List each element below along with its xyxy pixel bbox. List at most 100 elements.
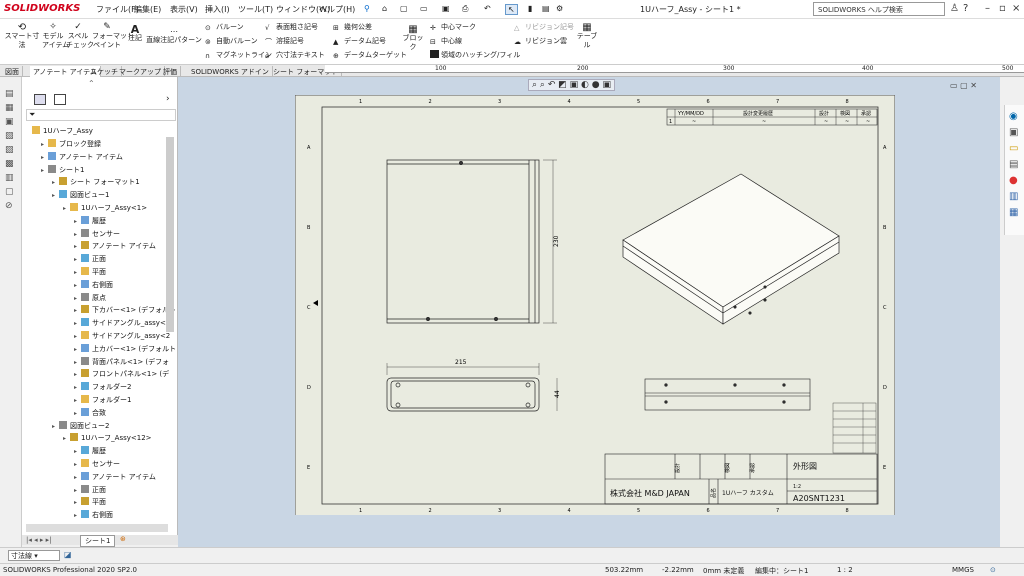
format-painter-button[interactable]: ✎ フォーマット ペイント: [92, 23, 134, 50]
expand-icon[interactable]: ▸: [74, 231, 81, 238]
tree-node[interactable]: ▸ 平面: [74, 497, 106, 507]
rebuild-icon[interactable]: ▮: [528, 4, 532, 13]
new-icon[interactable]: ▢: [400, 4, 408, 13]
user-icon[interactable]: ♙: [950, 3, 959, 14]
pin-icon[interactable]: ⚲: [364, 4, 370, 13]
expand-icon[interactable]: ▸: [74, 397, 81, 404]
close-icon[interactable]: ×: [1012, 3, 1020, 14]
geometric-tolerance-button[interactable]: ⊞ 幾何公差: [333, 22, 372, 32]
display-icon[interactable]: ▣: [603, 80, 612, 90]
tree-node[interactable]: ▸ シート フォーマット1: [52, 177, 140, 187]
expand-icon[interactable]: ▸: [74, 295, 81, 302]
tree-node[interactable]: ▸ 正面: [74, 484, 106, 495]
revision-symbol-button[interactable]: △ リビジョン記号: [514, 22, 574, 32]
table-button[interactable]: ▦ テーブル: [574, 23, 600, 50]
expand-icon[interactable]: ▸: [74, 474, 81, 481]
tree-node[interactable]: ▸ センサー: [74, 228, 120, 239]
menu-tools[interactable]: ツール(T): [238, 4, 273, 15]
expand-icon[interactable]: ▸: [74, 243, 81, 250]
file-explorer-icon[interactable]: ▭: [1009, 141, 1018, 157]
menu-file[interactable]: ファイル(F): [96, 4, 139, 15]
expand-icon[interactable]: ▸: [74, 384, 81, 391]
restore-icon[interactable]: ▫: [999, 3, 1006, 14]
expand-icon[interactable]: ▸: [74, 410, 81, 417]
expand-icon[interactable]: ▸: [74, 512, 81, 519]
tree-node[interactable]: ▸ 原点: [74, 292, 106, 303]
heads-up-toolbar[interactable]: ⌕ ⌕ ↶ ◩ ▣ ◐ ● ▣: [528, 79, 616, 91]
tree-node[interactable]: ▸ 平面: [74, 267, 106, 277]
expand-icon[interactable]: ▸: [74, 269, 81, 276]
open-icon[interactable]: ▭: [420, 4, 428, 13]
expand-icon[interactable]: ▸: [74, 371, 81, 378]
appearances-icon[interactable]: ●: [1009, 173, 1018, 189]
expand-icon[interactable]: ▸: [41, 141, 48, 148]
help-search-input[interactable]: SOLIDWORKS ヘルプ検索: [813, 2, 945, 16]
graphics-area[interactable]: ⌕ ⌕ ↶ ◩ ▣ ◐ ● ▣ ▭ ▢ ✕ 1122334455667788 A…: [178, 77, 1000, 547]
spell-check-button[interactable]: ✓ スペル チェック: [66, 23, 94, 50]
tab-addins[interactable]: SOLIDWORKS アドイン: [188, 66, 273, 77]
print-icon[interactable]: ⎙: [462, 4, 468, 14]
tree-node[interactable]: ▸ 履歴: [74, 215, 106, 226]
expand-icon[interactable]: ▸: [74, 461, 81, 468]
tree-node[interactable]: ▸ シート1: [41, 164, 84, 175]
tab-markup[interactable]: マークアップ: [116, 66, 165, 77]
design-library-icon[interactable]: ▣: [1009, 125, 1018, 141]
expand-icon[interactable]: ▸: [74, 487, 81, 494]
rebuild-status-icon[interactable]: ⊙: [990, 566, 996, 574]
tree-node[interactable]: ▸ アノテート アイテム: [74, 471, 156, 482]
custom-props-icon[interactable]: ▥: [1009, 189, 1018, 205]
hole-callout-button[interactable]: ⌀ 穴寸法テキスト: [265, 50, 325, 60]
expand-icon[interactable]: ▸: [52, 423, 59, 430]
file-props-icon[interactable]: ▤: [542, 4, 550, 13]
sheet-nav-arrows[interactable]: |◂ ◂ ▸ ▸|: [26, 536, 51, 544]
centerline-button[interactable]: ⊟ 中心線: [430, 36, 462, 46]
expand-icon[interactable]: ▸: [52, 179, 59, 186]
display-style-icon[interactable]: ▣: [570, 80, 579, 90]
expand-icon[interactable]: ▸: [74, 499, 81, 506]
smart-dimension-button[interactable]: ⟲ スマート寸法: [4, 23, 40, 50]
weld-symbol-button[interactable]: ⌒ 溶接記号: [265, 36, 304, 46]
tree-scrollbar[interactable]: [166, 137, 174, 332]
expand-icon[interactable]: ▸: [74, 282, 81, 289]
add-sheet-icon[interactable]: ⊛: [120, 535, 126, 543]
linear-note-pattern-button[interactable]: ⋯ 直線注記パターン: [146, 27, 202, 45]
surface-finish-button[interactable]: √ 表面粗さ記号: [265, 22, 318, 32]
tree-node[interactable]: ▸ ブロック登録: [41, 139, 101, 149]
tree-node[interactable]: ▸ フロントパネル<1> (デ: [74, 369, 169, 379]
options-icon[interactable]: ⚙: [556, 4, 563, 13]
balloon-button[interactable]: ⊙ バルーン: [205, 22, 244, 32]
home-icon[interactable]: ⌂: [382, 4, 387, 13]
undo-icon[interactable]: ↶: [484, 4, 491, 13]
sheet-tab[interactable]: シート1: [80, 535, 116, 547]
tree-node[interactable]: ▸ 履歴: [74, 446, 106, 456]
tree-node[interactable]: ▸ サイドアングル_assy<2: [74, 331, 170, 341]
tree-node[interactable]: ▸ フォルダー2: [74, 382, 131, 392]
tree-node[interactable]: ▸ 1Uハーフ_Assy<12>: [63, 433, 152, 443]
expand-icon[interactable]: ▸: [74, 218, 81, 225]
expand-icon[interactable]: ▸: [74, 333, 81, 340]
hide-show-icon[interactable]: ◐: [581, 80, 589, 90]
minimize-icon[interactable]: –: [985, 3, 990, 14]
model-items-button[interactable]: ✧ モデル アイテム: [42, 23, 69, 50]
revision-cloud-button[interactable]: ☁ リビジョン雲: [514, 36, 567, 46]
expand-icon[interactable]: ▸: [74, 256, 81, 263]
tree-hscrollbar[interactable]: [26, 524, 168, 532]
expand-icon[interactable]: ▸: [63, 435, 70, 442]
property-manager-tab-icon[interactable]: [54, 94, 66, 105]
tree-node[interactable]: ▸ サイドアングル_assy<1: [74, 318, 170, 328]
tree-node[interactable]: ▸ 正面: [74, 254, 106, 264]
hatch-fill-button[interactable]: 領域のハッチング/フィル: [430, 50, 520, 60]
tree-node[interactable]: ▸ 右側面: [74, 279, 113, 290]
tree-node[interactable]: ▸ 図面ビュー1: [52, 190, 109, 200]
select-icon[interactable]: ↖: [505, 4, 518, 15]
tree-node[interactable]: ▸ 下カバー<1> (デフォルト: [74, 305, 176, 315]
prev-view-icon[interactable]: ↶: [548, 80, 556, 90]
menu-help[interactable]: ヘルプ(H): [319, 4, 355, 15]
tree-node[interactable]: ▸ 上カバー<1> (デフォルト: [74, 343, 176, 354]
tree-node[interactable]: ▸ 図面ビュー2: [52, 420, 109, 431]
datum-target-button[interactable]: ⊕ データムターゲット: [333, 50, 407, 60]
expand-icon[interactable]: ▸: [74, 346, 81, 353]
expand-panel-icon[interactable]: ›: [166, 94, 170, 104]
expand-icon[interactable]: ▸: [74, 448, 81, 455]
center-mark-button[interactable]: ✛ 中心マーク: [430, 22, 476, 32]
